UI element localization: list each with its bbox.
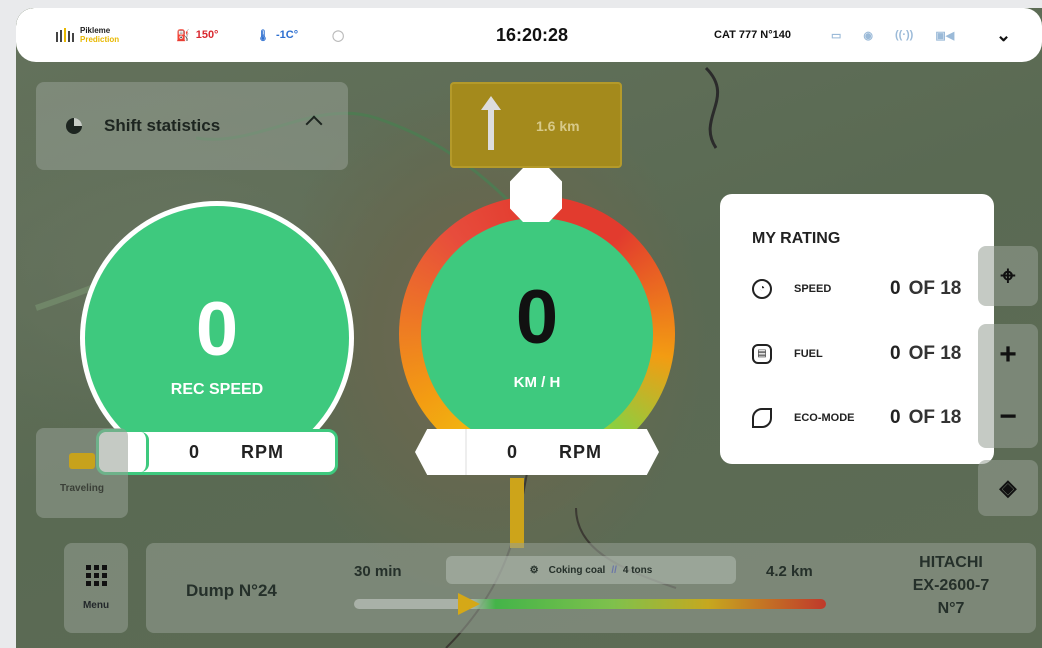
rating-row-speed: ◔ SPEED 0 OF 18 [752,274,984,304]
zoom-control: + − [978,324,1038,448]
speedometer-icon: ◔ [752,279,772,299]
rating-row-fuel: ▤ FUEL 0 OF 18 [752,339,984,369]
rec-rpm-display: 0 RPM [96,429,338,475]
dashboard-screen: Pikleme Prediction ⛽ 150° 🌡 -1C° ◯ 16:20:… [16,8,1042,648]
chevron-up-icon [305,115,323,133]
logo-text: Pikleme [80,26,111,35]
location-icon: ◉ [863,29,874,42]
menu-label: Menu [82,600,110,611]
pie-chart-icon [66,118,82,134]
excavator-brand: HITACHI [919,554,983,571]
logo-subtext: Prediction [80,35,120,44]
dump-truck-icon [69,452,95,469]
cargo-icon: ⚙ [529,564,539,576]
rating-value: 0 [890,407,901,428]
arrow-up-icon [481,96,501,150]
route-time: 30 min [354,563,402,580]
traveling-mode-button[interactable]: Traveling [36,428,128,518]
rpm-unit: RPM [559,441,603,462]
rec-speed-label: REC SPEED [170,381,264,398]
rating-total: OF 18 [908,343,962,364]
camera-icon: ▣◀ [935,29,955,42]
speed-unit-label: KM / H [513,374,561,391]
battery-icon: ▭ [831,29,842,42]
traveling-label: Traveling [60,482,104,494]
speed-value: 0 [515,275,559,360]
signal-icon: ((·)) [895,29,914,41]
locate-me-button[interactable]: ⌖ [978,246,1038,306]
cargo-info: ⚙ Coking coal // 4 tons [446,556,736,584]
next-turn-distance: 1.6 km [536,118,580,134]
engine-icon: ⛽ [176,29,190,42]
rpm-value: 0 [507,441,518,462]
crosshair-icon: ⌖ [1000,260,1016,290]
truck-position-marker [458,593,480,615]
excavator-number: N°7 [937,600,965,617]
rating-label: ECO-MODE [794,412,855,424]
shift-statistics-label: Shift statistics [104,116,221,135]
menu-button[interactable]: Menu [64,543,128,633]
rpm-display: 0 RPM [415,429,659,475]
cargo-separator: // [611,564,617,576]
outside-temp: 🌡 -1C° [256,8,298,62]
map-layers-button[interactable]: ◈ [978,460,1038,516]
excavator-info: HITACHI EX-2600-7 N°7 [886,551,1016,620]
rating-total: OF 18 [908,407,962,428]
status-icons: ▭ ◉ ((·)) ▣◀ [831,8,954,62]
outside-temp-value: -1C° [275,29,299,41]
chevron-down-icon[interactable]: ⌄ [996,8,1011,62]
thermometer-icon: 🌡 [256,29,270,42]
brand-logo: Pikleme Prediction [56,8,119,62]
cargo-weight: 4 tons [622,564,653,576]
fuel-can-icon: ▤ [752,344,772,364]
rating-value: 0 [890,343,901,364]
shift-statistics-toggle[interactable]: Shift statistics [36,82,348,170]
chat-icon[interactable]: ◯ [332,8,344,62]
rating-total: OF 18 [908,278,962,299]
rating-label: SPEED [794,283,832,295]
layers-icon: ◈ [999,475,1017,500]
rating-row-eco: ECO-MODE 0 OF 18 [752,403,984,433]
my-rating-card: MY RATING ◔ SPEED 0 OF 18 ▤ FUEL 0 OF 18… [720,194,994,464]
logo-mark-icon [56,28,74,42]
cargo-type: Coking coal [548,564,606,576]
rec-speed-value: 0 [195,287,239,372]
excavator-model: EX-2600-7 [912,577,990,594]
zoom-out-button[interactable]: − [999,386,1017,448]
route-destination: Dump N°24 [186,581,277,600]
route-distance: 4.2 km [766,563,813,580]
rating-value: 0 [890,278,901,299]
rating-title: MY RATING [752,230,841,247]
leaf-icon [752,408,772,428]
rec-rpm-value: 0 [189,441,200,462]
zoom-in-button[interactable]: + [999,324,1017,386]
rec-rpm-unit: RPM [241,441,285,462]
speed-needle-marker [510,168,562,222]
engine-temp: ⛽ 150° [176,8,218,62]
navigation-hint: 1.6 km [450,82,622,168]
route-progress-bar [354,599,826,609]
grid-icon [85,565,107,586]
vehicle-id: CAT 777 N°140 [714,29,791,41]
engine-temp-value: 150° [195,29,219,41]
top-status-bar: Pikleme Prediction ⛽ 150° 🌡 -1C° ◯ 16:20:… [16,8,1042,62]
clock: 16:20:28 [496,24,569,45]
rating-label: FUEL [794,348,823,360]
route-info-bar: Dump N°24 30 min ⚙ Coking coal // 4 tons… [146,543,1036,633]
